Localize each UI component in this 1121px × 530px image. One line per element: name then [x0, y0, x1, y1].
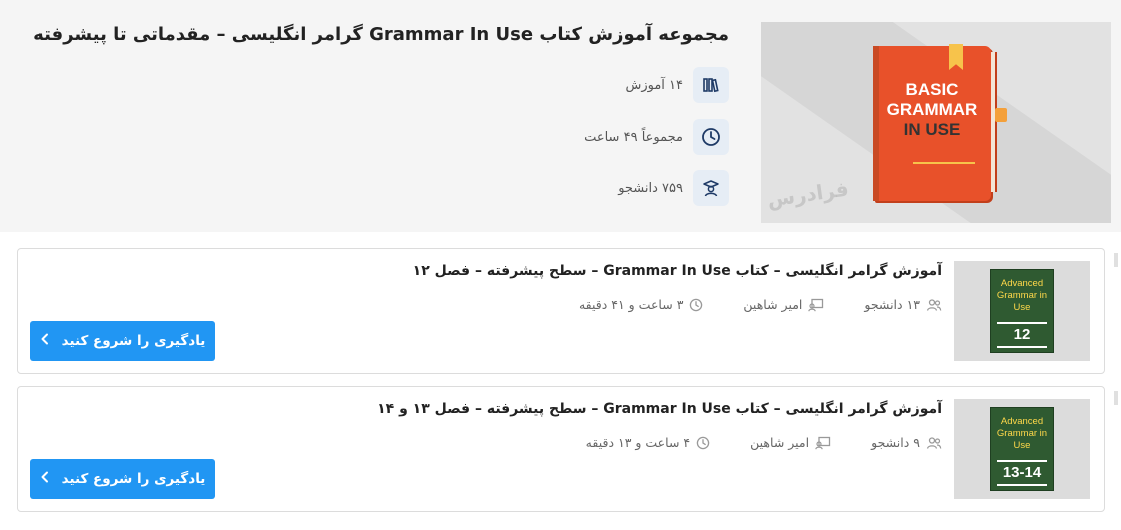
- clock-icon: [693, 119, 729, 155]
- instructor-icon: [815, 436, 831, 450]
- books-icon: [693, 67, 729, 103]
- cover-line-basic: BASIC: [905, 80, 959, 99]
- meta-total-hours: مجموعاً ۴۹ ساعت: [584, 119, 729, 155]
- basic-grammar-book-illustration: BASIC GRAMMAR IN USE: [873, 44, 1007, 201]
- thumb-chapter-number: 13-14: [1002, 464, 1042, 481]
- book-page-edge: [991, 52, 997, 192]
- course-students: ۱۳ دانشجو: [864, 297, 920, 312]
- thumb-divider-bottom: [997, 346, 1047, 348]
- meta-course-count: ۱۴ آموزش: [625, 67, 729, 103]
- start-learning-label: یادگیری را شروع کنید: [61, 471, 206, 487]
- students-icon: [926, 436, 942, 450]
- student-icon: [693, 170, 729, 206]
- course-thumbnail[interactable]: Advanced Grammar in Use 12: [954, 261, 1090, 361]
- course-card: Advanced Grammar in Use 12 آموزش گرامر ا…: [17, 248, 1118, 374]
- clock-icon: [696, 436, 710, 450]
- course-instructor[interactable]: امیر شاهین: [750, 435, 809, 450]
- bookmark-ribbon: [949, 44, 963, 70]
- instructor-icon: [808, 298, 824, 312]
- collection-cover-image[interactable]: BASIC GRAMMAR IN USE فرادرس: [761, 22, 1111, 223]
- book-cover-title: BASIC GRAMMAR IN USE: [873, 80, 991, 140]
- course-instructor[interactable]: امیر شاهین: [743, 297, 802, 312]
- course-title[interactable]: آموزش گرامر انگلیسی – کتاب Grammar In Us…: [413, 263, 942, 279]
- course-count-text: ۱۴ آموزش: [625, 77, 683, 93]
- course-meta: ۹ دانشجو امیر شاهین ۴ ساعت و ۱۳ دقیقه: [586, 435, 942, 450]
- course-card: Advanced Grammar in Use 13-14 آموزش گرام…: [17, 386, 1118, 512]
- course-students: ۹ دانشجو: [871, 435, 920, 450]
- clock-icon: [689, 298, 703, 312]
- meta-student-count: ۷۵۹ دانشجو: [618, 170, 729, 206]
- course-duration: ۳ ساعت و ۴۱ دقیقه: [578, 297, 684, 312]
- start-learning-button[interactable]: یادگیری را شروع کنید: [30, 459, 215, 499]
- advanced-grammar-book-illustration: Advanced Grammar in Use 12: [990, 269, 1054, 353]
- faradars-watermark: فرادرس: [765, 176, 851, 212]
- card-edge-marker: [1114, 391, 1118, 405]
- start-learning-button[interactable]: یادگیری را شروع کنید: [30, 321, 215, 361]
- course-title[interactable]: آموزش گرامر انگلیسی – کتاب Grammar In Us…: [377, 401, 942, 417]
- thumb-divider-bottom: [997, 484, 1047, 486]
- thumb-title: Advanced Grammar in Use: [996, 416, 1048, 451]
- total-hours-text: مجموعاً ۴۹ ساعت: [584, 129, 683, 145]
- chevron-left-icon: [40, 471, 50, 487]
- cover-line-in-use: IN USE: [903, 120, 961, 139]
- thumb-divider: [997, 460, 1047, 462]
- thumb-chapter-number: 12: [1013, 326, 1031, 343]
- cover-underline: [913, 162, 975, 164]
- chevron-left-icon: [40, 333, 50, 349]
- collection-title[interactable]: مجموعه آموزش کتاب Grammar In Use گرامر ا…: [33, 24, 729, 45]
- student-count-text: ۷۵۹ دانشجو: [618, 180, 683, 196]
- cover-line-grammar: GRAMMAR: [886, 100, 978, 119]
- course-meta: ۱۳ دانشجو امیر شاهین ۳ ساعت و ۴۱ دقیقه: [579, 297, 942, 312]
- start-learning-label: یادگیری را شروع کنید: [61, 333, 206, 349]
- course-duration: ۴ ساعت و ۱۳ دقیقه: [585, 435, 691, 450]
- book-clasp: [995, 108, 1007, 122]
- course-thumbnail[interactable]: Advanced Grammar in Use 13-14: [954, 399, 1090, 499]
- thumb-divider: [997, 322, 1047, 324]
- advanced-grammar-book-illustration: Advanced Grammar in Use 13-14: [990, 407, 1054, 491]
- card-edge-marker: [1114, 253, 1118, 267]
- thumb-title: Advanced Grammar in Use: [996, 278, 1048, 313]
- collection-header: BASIC GRAMMAR IN USE فرادرس مجموعه آموزش…: [0, 0, 1121, 232]
- students-icon: [926, 298, 942, 312]
